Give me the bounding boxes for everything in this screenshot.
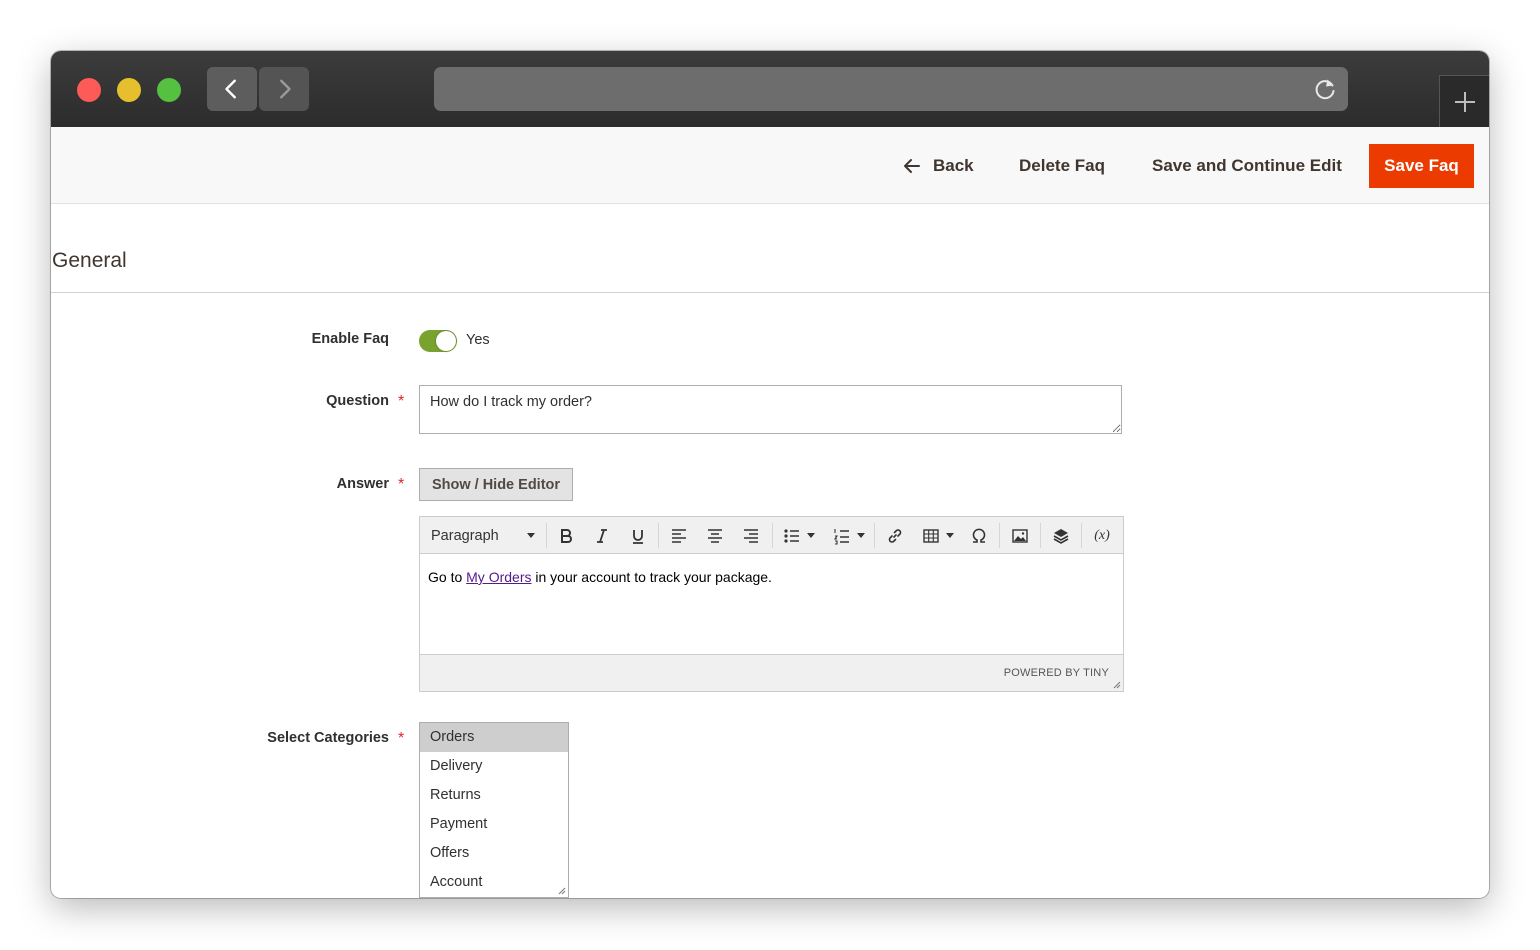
insert-variable-button[interactable]: (x) xyxy=(1087,521,1117,550)
show-hide-editor-button[interactable]: Show / Hide Editor xyxy=(419,468,573,501)
categories-multiselect[interactable]: Orders Delivery Returns Payment Offers Accoun… xyxy=(419,722,569,898)
italic-icon xyxy=(597,528,607,543)
category-option[interactable]: Orders xyxy=(420,723,568,752)
enable-faq-label: Enable Faq xyxy=(311,331,389,347)
underline-button[interactable] xyxy=(623,521,653,550)
enable-faq-toggle[interactable] xyxy=(419,330,457,352)
table-icon xyxy=(923,528,939,543)
insert-link-button[interactable] xyxy=(880,521,910,550)
address-bar[interactable] xyxy=(434,67,1348,111)
italic-button[interactable] xyxy=(587,521,617,550)
back-label: Back xyxy=(933,155,974,175)
category-option[interactable]: Delivery xyxy=(420,752,568,781)
chevron-left-icon xyxy=(225,79,236,99)
bullet-list-icon xyxy=(784,528,799,543)
categories-label: Select Categories xyxy=(267,730,389,746)
answer-text-before: Go to xyxy=(428,569,467,585)
align-left-button[interactable] xyxy=(664,521,694,550)
insert-widget-button[interactable] xyxy=(1046,521,1076,550)
save-faq-button[interactable]: Save Faq xyxy=(1369,144,1474,188)
section-divider xyxy=(51,292,1489,293)
answer-text-after: in your account to track your package. xyxy=(531,569,772,585)
special-character-button[interactable] xyxy=(964,521,994,550)
save-and-continue-button[interactable]: Save and Continue Edit xyxy=(1152,127,1342,204)
block-format-value: Paragraph xyxy=(431,527,499,544)
toolbar-separator xyxy=(658,523,659,548)
powered-by-label: POWERED BY TINY xyxy=(1003,667,1109,679)
image-icon xyxy=(1012,528,1028,543)
answer-label: Answer xyxy=(336,476,389,492)
plus-icon xyxy=(1454,91,1475,112)
align-left-icon xyxy=(672,528,686,543)
variable-icon: (x) xyxy=(1094,527,1110,543)
link-icon xyxy=(888,528,902,543)
toolbar-separator xyxy=(1081,523,1082,548)
delete-faq-button[interactable]: Delete Faq xyxy=(1019,127,1105,204)
block-format-select[interactable]: Paragraph xyxy=(420,517,545,554)
chevron-right-icon xyxy=(280,79,291,99)
insert-image-button[interactable] xyxy=(1005,521,1035,550)
browser-back-button[interactable] xyxy=(207,67,257,111)
new-tab-button[interactable] xyxy=(1439,75,1489,127)
bold-button[interactable] xyxy=(551,521,581,550)
close-window-button[interactable] xyxy=(77,78,101,102)
align-center-button[interactable] xyxy=(700,521,730,550)
toolbar-separator xyxy=(546,523,547,548)
toggle-knob xyxy=(436,331,456,351)
category-option[interactable]: Returns xyxy=(420,781,568,810)
browser-forward-button[interactable] xyxy=(259,67,309,111)
editor-statusbar: POWERED BY TINY xyxy=(420,654,1123,691)
browser-titlebar xyxy=(51,51,1489,127)
category-option[interactable]: Payment xyxy=(420,810,568,839)
question-input[interactable]: How do I track my order? xyxy=(419,385,1122,434)
resize-grip-icon[interactable] xyxy=(558,887,566,895)
chevron-down-icon xyxy=(807,533,815,538)
resize-grip-icon[interactable] xyxy=(1113,681,1121,689)
bullet-list-button[interactable] xyxy=(778,521,820,550)
omega-icon xyxy=(972,528,986,543)
wysiwyg-editor: Paragraph (x) Go to My Orders in your ac… xyxy=(419,516,1124,692)
question-label: Question xyxy=(326,393,389,409)
chevron-down-icon xyxy=(527,533,535,538)
align-right-icon xyxy=(744,528,758,543)
numbered-list-icon xyxy=(833,528,849,545)
browser-window: Back Delete Faq Save and Continue Edit S… xyxy=(51,51,1489,898)
toolbar-separator xyxy=(999,523,1000,548)
numbered-list-button[interactable] xyxy=(828,521,870,550)
category-option[interactable]: Account xyxy=(420,868,568,897)
maximize-window-button[interactable] xyxy=(157,78,181,102)
category-option[interactable]: Offers xyxy=(420,839,568,868)
toolbar-separator xyxy=(1040,523,1041,548)
toolbar-separator xyxy=(772,523,773,548)
section-title: General xyxy=(52,249,127,272)
question-required-mark: * xyxy=(398,393,405,410)
back-button[interactable]: Back xyxy=(903,127,974,204)
arrow-left-icon xyxy=(904,158,920,173)
chevron-down-icon xyxy=(946,533,954,538)
insert-table-button[interactable] xyxy=(918,521,958,550)
reload-icon[interactable] xyxy=(1312,76,1338,102)
bold-icon xyxy=(561,528,572,543)
my-orders-link[interactable]: My Orders xyxy=(466,569,531,585)
editor-content[interactable]: Go to My Orders in your account to track… xyxy=(420,555,1123,654)
categories-required-mark: * xyxy=(398,730,405,747)
answer-required-mark: * xyxy=(398,476,405,493)
underline-icon xyxy=(633,529,643,544)
align-right-button[interactable] xyxy=(736,521,766,550)
toolbar-separator xyxy=(874,523,875,548)
editor-toolbar: Paragraph (x) xyxy=(420,517,1123,554)
widget-icon xyxy=(1053,528,1069,544)
page-actions-bar: Back Delete Faq Save and Continue Edit xyxy=(51,127,1489,204)
chevron-down-icon xyxy=(857,533,865,538)
enable-faq-value: Yes xyxy=(466,332,490,348)
minimize-window-button[interactable] xyxy=(117,78,141,102)
align-center-icon xyxy=(708,528,722,543)
